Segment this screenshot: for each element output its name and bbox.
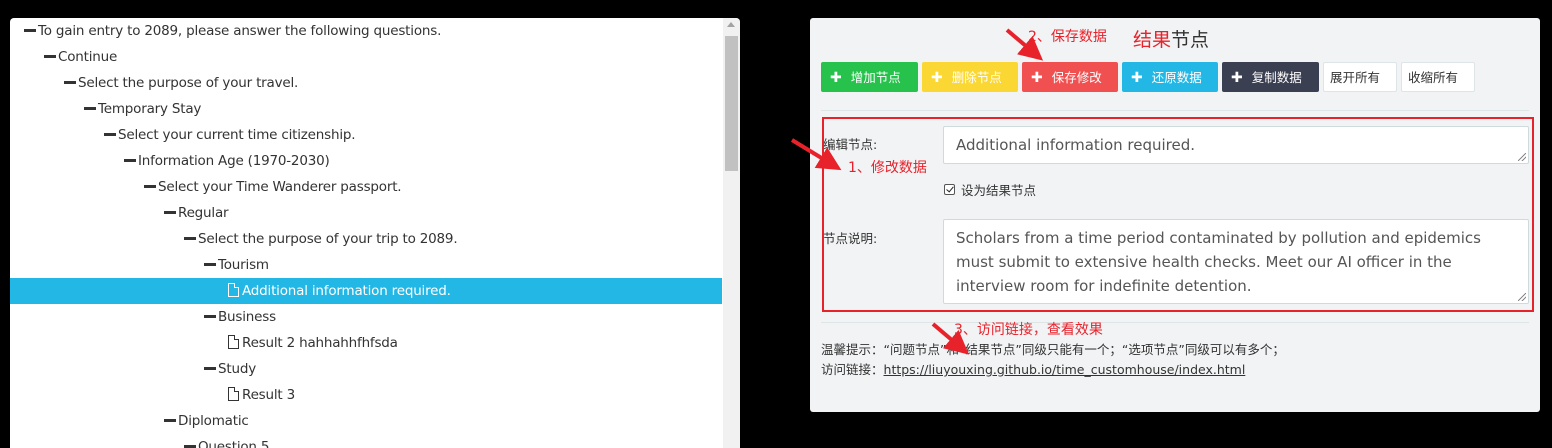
annotation-arrows	[790, 28, 1044, 355]
arrow-step2-icon	[1005, 28, 1044, 61]
arrow-step1-icon	[790, 138, 842, 171]
arrow-step3-icon	[931, 322, 970, 355]
